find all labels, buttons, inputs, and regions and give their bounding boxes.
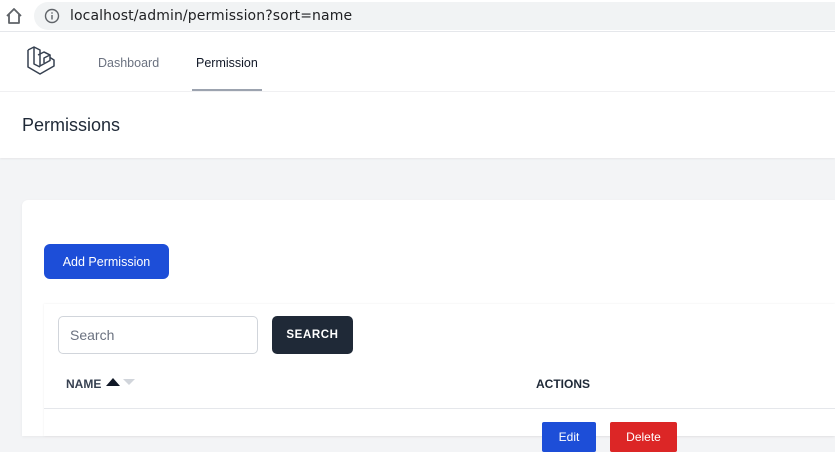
- sort-ascending-icon[interactable]: [106, 378, 120, 386]
- home-icon[interactable]: [4, 6, 24, 26]
- info-icon[interactable]: [44, 8, 60, 24]
- add-permission-button[interactable]: Add Permission: [44, 244, 169, 279]
- active-nav-indicator: [192, 89, 262, 91]
- browser-address-bar: localhost/admin/permission?sort=name: [0, 0, 835, 32]
- nav-item-dashboard[interactable]: Dashboard: [98, 56, 159, 70]
- page-header: Permissions: [0, 92, 835, 158]
- delete-button[interactable]: Delete: [610, 422, 677, 452]
- url-field[interactable]: localhost/admin/permission?sort=name: [34, 2, 835, 30]
- laravel-logo-icon[interactable]: [24, 44, 58, 78]
- column-header-name[interactable]: NAME: [66, 377, 101, 391]
- url-text: localhost/admin/permission?sort=name: [70, 8, 353, 24]
- content-card: Add Permission SEARCH NAME ACTIONS Edit …: [22, 200, 835, 452]
- page-title: Permissions: [22, 115, 121, 135]
- nav-item-permission[interactable]: Permission: [196, 56, 258, 70]
- permissions-table: SEARCH NAME ACTIONS Edit Delete: [44, 304, 835, 452]
- edit-button[interactable]: Edit: [542, 422, 596, 452]
- top-nav: Dashboard Permission: [0, 32, 835, 92]
- search-button[interactable]: SEARCH: [272, 316, 353, 354]
- search-input[interactable]: [58, 316, 258, 354]
- row-divider: [44, 408, 835, 409]
- column-header-actions: ACTIONS: [536, 377, 590, 391]
- sort-descending-icon[interactable]: [123, 379, 135, 385]
